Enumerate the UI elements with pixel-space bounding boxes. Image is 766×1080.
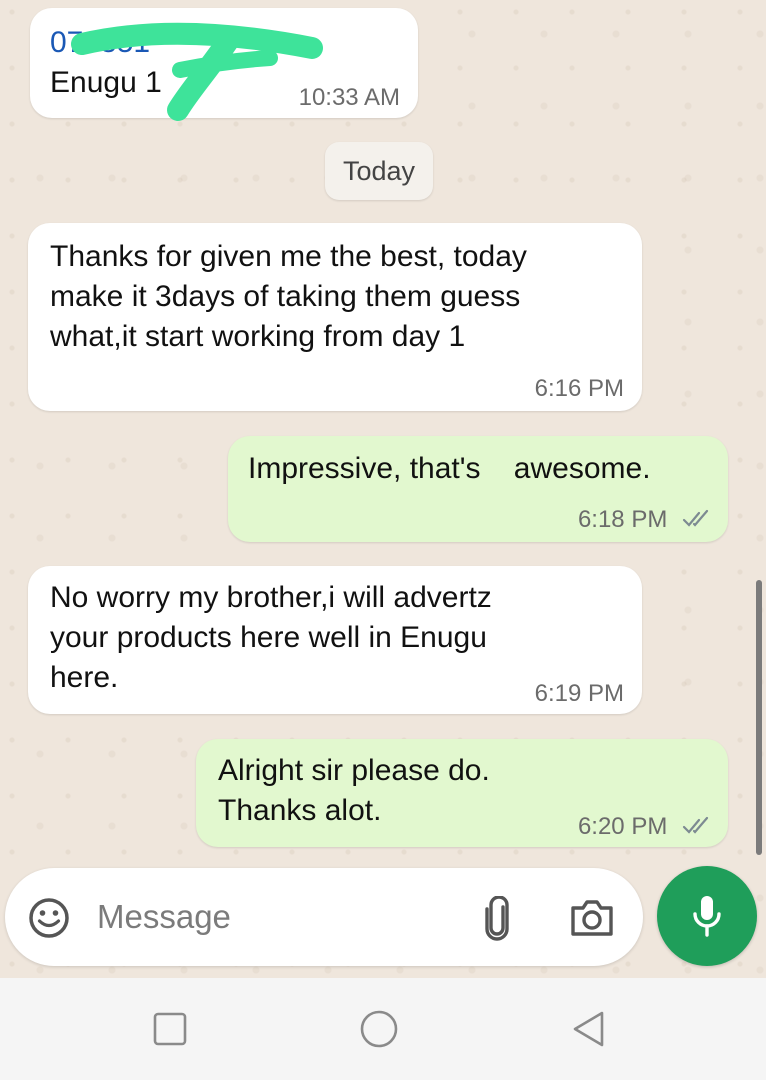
contact-location: Enugu 1 [50,66,162,99]
recent-apps-icon[interactable] [153,1012,187,1046]
message-text: Alright sir please do. Thanks alot. [218,754,490,827]
navigation-bar [0,978,766,1080]
message-time: 6:19 PM [534,680,624,707]
message-bubble-incoming[interactable]: Thanks for given me the best, today make… [28,223,642,411]
message-time: 6:20 PM [577,813,668,840]
contact-card-bubble[interactable]: 070851 Enugu 1 10:33 AM [30,8,418,118]
message-input-bar[interactable]: Message [5,868,643,966]
emoji-icon[interactable] [27,896,71,940]
message-text: Thanks for given me the best, today make… [50,240,527,353]
message-bubble-outgoing[interactable]: Alright sir please do. Thanks alot. 6:20… [196,739,728,847]
message-time: 6:16 PM [534,375,624,402]
mic-icon [693,896,721,937]
read-double-check-icon [682,816,709,834]
message-bubble-incoming[interactable]: No worry my brother,i will advertz your … [28,566,642,714]
mic-button[interactable] [657,866,757,966]
back-icon[interactable] [570,1009,606,1049]
message-input[interactable]: Message [97,898,231,936]
contact-phone[interactable]: 070851 [50,26,150,60]
message-text: Impressive, that's awesome. [248,452,651,485]
read-double-check-icon [682,509,709,527]
attach-icon[interactable] [481,896,513,942]
scrollbar[interactable] [756,580,762,855]
camera-icon[interactable] [569,898,615,938]
date-separator: Today [325,142,433,200]
message-time: 10:33 AM [298,84,400,111]
message-bubble-outgoing[interactable]: Impressive, that's awesome. 6:18 PM [228,436,728,542]
message-text: No worry my brother,i will advertz your … [50,581,492,694]
message-time-row: 6:20 PM [578,813,712,841]
home-icon[interactable] [359,1009,399,1049]
chat-area: 070851 Enugu 1 10:33 AM Today Thanks for… [0,0,766,978]
message-time: 6:18 PM [577,506,668,533]
message-time-row: 6:18 PM [578,506,712,534]
